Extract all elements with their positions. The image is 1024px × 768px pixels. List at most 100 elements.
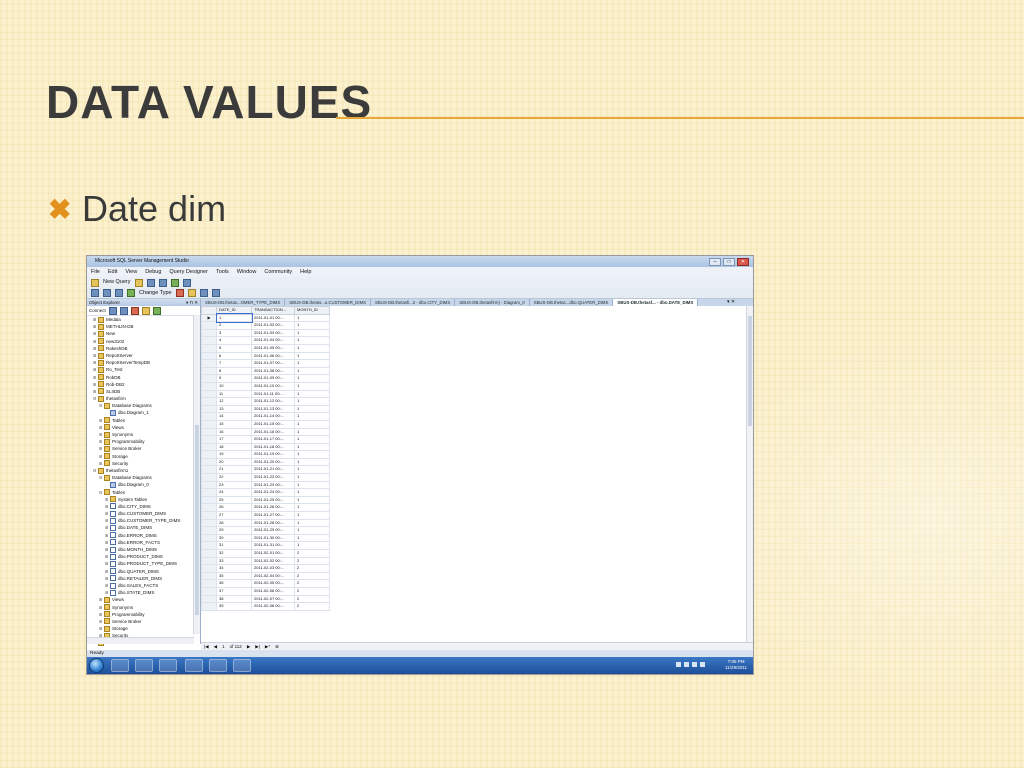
row-selector[interactable] bbox=[201, 366, 217, 376]
cell-date-id[interactable]: 8 bbox=[216, 366, 252, 376]
table-row[interactable]: 34 2011-02-03 00:... 2 bbox=[201, 564, 330, 573]
cell-transaction[interactable]: 2011-01-02 00:... bbox=[251, 321, 295, 330]
tree-node[interactable]: ⊞ dbo.RETAILER_DIMS bbox=[87, 575, 200, 582]
cell-date-id[interactable]: 13 bbox=[216, 404, 252, 414]
cell-date-id[interactable]: 39 bbox=[216, 602, 252, 611]
table-row[interactable]: 3 2011-01-03 00:... 1 bbox=[201, 328, 330, 338]
row-selector[interactable] bbox=[201, 579, 217, 588]
table-row[interactable]: 33 2011-02-02 00:... 2 bbox=[201, 556, 330, 566]
cell-month-id[interactable]: 1 bbox=[294, 419, 330, 429]
cell-date-id[interactable]: 31 bbox=[216, 541, 252, 550]
cell-month-id[interactable]: 2 bbox=[294, 602, 330, 611]
word-icon[interactable] bbox=[233, 659, 251, 672]
cell-month-id[interactable]: 1 bbox=[294, 457, 330, 467]
cell-date-id[interactable]: 23 bbox=[216, 480, 252, 490]
cell-date-id[interactable]: 7 bbox=[216, 359, 252, 368]
tree-node[interactable]: ⊞ RobDB bbox=[87, 374, 200, 381]
row-selector[interactable] bbox=[201, 450, 217, 459]
document-tab[interactable]: SBUS-DB.thetas...dbo.QUATER_DIMS bbox=[530, 299, 614, 306]
table-row[interactable]: 24 2011-01-24 00:... 1 bbox=[201, 488, 330, 497]
cell-transaction[interactable]: 2011-01-08 00:... bbox=[251, 366, 295, 376]
cell-month-id[interactable]: 2 bbox=[294, 564, 330, 573]
menu-window[interactable]: Window bbox=[237, 267, 257, 277]
tray-arrow-icon[interactable] bbox=[676, 662, 681, 667]
cell-transaction[interactable]: 2011-01-24 00:... bbox=[251, 488, 295, 497]
tree-node[interactable]: ⊞ dbo.STATE_DIMS bbox=[87, 589, 200, 596]
connect-button[interactable]: Connect bbox=[89, 306, 106, 315]
ssms-taskbar-icon[interactable] bbox=[185, 659, 203, 672]
row-selector[interactable] bbox=[201, 457, 217, 467]
cell-transaction[interactable]: 2011-02-06 00:... bbox=[251, 586, 295, 596]
open-file-icon[interactable] bbox=[134, 278, 143, 287]
cell-transaction[interactable]: 2011-01-15 00:... bbox=[251, 419, 295, 429]
firefox-icon[interactable] bbox=[209, 659, 227, 672]
tree-node[interactable]: ⊟ thetasfirm bbox=[87, 395, 200, 402]
cell-date-id[interactable]: 33 bbox=[216, 556, 252, 566]
cell-transaction[interactable]: 2011-01-04 00:... bbox=[251, 336, 295, 345]
cell-month-id[interactable]: 2 bbox=[294, 549, 330, 558]
cell-date-id[interactable]: 2 bbox=[216, 321, 252, 330]
document-tab[interactable]: SBUS-DB.thetas...o.CUSTOMER_DIMS bbox=[285, 299, 372, 306]
cell-transaction[interactable]: 2011-02-05 00:... bbox=[251, 579, 295, 588]
cell-date-id[interactable]: 24 bbox=[216, 488, 252, 497]
tree-node[interactable]: ⊞ Storage bbox=[87, 453, 200, 460]
cell-transaction[interactable]: 2011-01-03 00:... bbox=[251, 328, 295, 338]
cell-transaction[interactable]: 2011-02-07 00:... bbox=[251, 594, 295, 604]
table-row[interactable]: 37 2011-02-06 00:... 2 bbox=[201, 586, 330, 596]
tree-node[interactable]: ⊞ dbo.CUSTOMER_DIMS bbox=[87, 510, 200, 517]
cell-transaction[interactable]: 2011-01-28 00:... bbox=[251, 518, 295, 528]
tree-node[interactable]: ⊞ METHLIN-DB bbox=[87, 323, 200, 330]
cell-date-id[interactable]: 22 bbox=[216, 473, 252, 482]
table-row[interactable]: 6 2011-01-06 00:... 1 bbox=[201, 351, 330, 361]
previous-record-button[interactable]: ◀ bbox=[214, 643, 217, 650]
cell-transaction[interactable]: 2011-01-13 00:... bbox=[251, 404, 295, 414]
row-selector[interactable] bbox=[201, 556, 217, 566]
cell-month-id[interactable]: 2 bbox=[294, 594, 330, 604]
new-record-button[interactable]: ▶* bbox=[265, 643, 270, 650]
tree-node[interactable]: ⊞ new3102 bbox=[87, 338, 200, 345]
cell-month-id[interactable]: 1 bbox=[294, 351, 330, 361]
cell-transaction[interactable]: 2011-01-23 00:... bbox=[251, 480, 295, 490]
cell-month-id[interactable]: 1 bbox=[294, 381, 330, 391]
object-explorer-controls[interactable]: ▾ ⊓ ✕ bbox=[186, 299, 198, 306]
tree-node[interactable]: ⊞ New bbox=[87, 330, 200, 337]
tree-node[interactable]: ⊞ Programmability bbox=[87, 611, 200, 618]
tree-node[interactable]: ⊞ dbo.ERROR_FACTS bbox=[87, 539, 200, 546]
tree-node[interactable]: dbo.Diagram_1 bbox=[87, 409, 200, 417]
cell-month-id[interactable]: 1 bbox=[294, 442, 330, 452]
row-selector[interactable] bbox=[201, 473, 217, 482]
save-icon[interactable] bbox=[146, 278, 155, 287]
table-row[interactable]: 15 2011-01-15 00:... 1 bbox=[201, 419, 330, 429]
cell-transaction[interactable]: 2011-02-04 00:... bbox=[251, 571, 295, 581]
row-selector[interactable] bbox=[201, 427, 217, 437]
cell-transaction[interactable]: 2011-02-08 00:... bbox=[251, 602, 295, 611]
row-selector[interactable] bbox=[201, 336, 217, 345]
group-by-icon[interactable] bbox=[199, 289, 208, 297]
row-selector[interactable] bbox=[201, 503, 217, 513]
row-selector[interactable] bbox=[201, 586, 217, 596]
row-selector[interactable] bbox=[201, 374, 217, 383]
new-query-button[interactable]: New Query bbox=[103, 277, 131, 288]
record-position-input[interactable]: 1 bbox=[222, 643, 225, 650]
table-row[interactable]: 9 2011-01-09 00:... 1 bbox=[201, 374, 330, 383]
tree-node[interactable]: ⊞ Views bbox=[87, 596, 200, 603]
cell-transaction[interactable]: 2011-01-11 00:... bbox=[251, 389, 295, 399]
cell-date-id[interactable]: 26 bbox=[216, 503, 252, 513]
table-row[interactable]: 21 2011-01-21 00:... 1 bbox=[201, 465, 330, 475]
network-icon[interactable] bbox=[692, 662, 697, 667]
cell-date-id[interactable]: 9 bbox=[216, 374, 252, 383]
table-row[interactable]: 12 2011-01-12 00:... 1 bbox=[201, 397, 330, 406]
cell-transaction[interactable]: 2011-01-29 00:... bbox=[251, 526, 295, 535]
properties-icon[interactable] bbox=[182, 278, 191, 287]
cell-date-id[interactable]: 1 bbox=[215, 313, 253, 323]
column-header-date-id[interactable]: DATE_ID bbox=[216, 306, 252, 315]
cell-date-id[interactable]: 21 bbox=[216, 465, 252, 475]
tab-date-dims-active[interactable]: SBUS-DB.thetasf... - dbo.DATE_DIMS bbox=[613, 299, 699, 306]
tree-node[interactable]: ⊞ dbo.ERROR_DIMS bbox=[87, 532, 200, 539]
row-selector[interactable] bbox=[201, 412, 217, 421]
table-row[interactable]: 11 2011-01-11 00:... 1 bbox=[201, 389, 330, 399]
tree-node[interactable]: ⊟ Tables bbox=[87, 489, 200, 496]
grid-scroll-thumb[interactable] bbox=[748, 316, 752, 426]
menu-tools[interactable]: Tools bbox=[216, 267, 229, 277]
row-selector[interactable] bbox=[201, 564, 217, 573]
